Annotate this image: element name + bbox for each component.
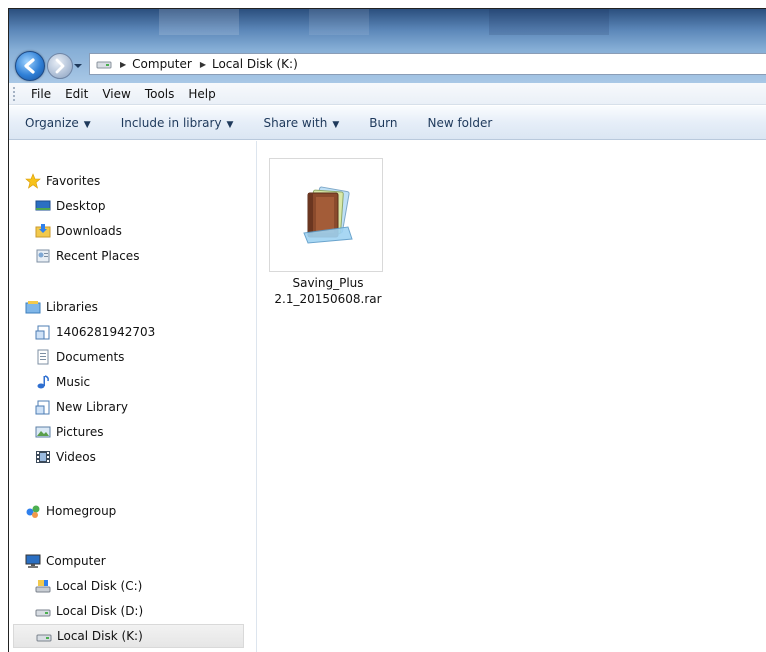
forward-button[interactable]: [47, 53, 73, 79]
file-name-line-1: Saving_Plus: [292, 276, 364, 290]
drive-icon: [36, 634, 52, 642]
nav-documents-label: Documents: [56, 350, 125, 364]
breadcrumb-computer[interactable]: Computer: [132, 57, 192, 71]
homegroup-icon: [26, 505, 40, 518]
nav-music[interactable]: Music: [35, 370, 270, 394]
nav-libraries-label: Libraries: [46, 300, 98, 314]
menu-grip: [13, 86, 18, 101]
explorer-window: ▶ Computer ▶ Local Disk (K:) File Edit V…: [8, 8, 766, 652]
arrow-right-icon: [55, 58, 65, 74]
nav-favorites[interactable]: Favorites: [25, 169, 260, 193]
nav-desktop-label: Desktop: [56, 199, 106, 213]
nav-recent-places[interactable]: Recent Places: [35, 244, 270, 268]
breadcrumb-arrow-icon: ▶: [120, 59, 127, 69]
new-folder-button[interactable]: New folder: [427, 116, 492, 130]
nav-favorites-label: Favorites: [46, 174, 101, 188]
file-name: Saving_Plus 2.1_20150608.rar: [269, 275, 387, 307]
organize-button[interactable]: Organize ▼: [25, 116, 91, 130]
nav-computer[interactable]: Computer: [25, 549, 260, 573]
nav-homegroup-label: Homegroup: [46, 504, 117, 518]
music-icon: [37, 375, 49, 389]
menu-help[interactable]: Help: [181, 87, 222, 101]
downloads-icon: [35, 224, 51, 238]
menu-file[interactable]: File: [24, 87, 58, 101]
drive-icon: [35, 609, 51, 617]
burn-button[interactable]: Burn: [369, 116, 397, 130]
nav-documents[interactable]: Documents: [35, 345, 270, 369]
share-with-label: Share with: [263, 115, 328, 130]
nav-new-library-label: New Library: [56, 400, 128, 414]
file-item[interactable]: Saving_Plus 2.1_20150608.rar: [269, 158, 387, 307]
nav-downloads[interactable]: Downloads: [35, 219, 270, 243]
nav-local-disk-d-label: Local Disk (D:): [56, 604, 144, 618]
nav-videos-label: Videos: [56, 450, 96, 464]
drive-icon: [96, 61, 112, 69]
nav-pictures[interactable]: Pictures: [35, 420, 270, 444]
nav-recent-places-label: Recent Places: [56, 249, 140, 263]
nav-computer-label: Computer: [46, 554, 106, 568]
breadcrumb-arrow-icon: ▶: [199, 59, 206, 69]
title-bar: ▶ Computer ▶ Local Disk (K:): [9, 9, 766, 83]
include-in-library-button[interactable]: Include in library ▼: [121, 116, 234, 130]
videos-icon: [36, 451, 50, 463]
file-name-line-2: 2.1_20150608.rar: [274, 292, 382, 306]
nav-pictures-label: Pictures: [56, 425, 104, 439]
breadcrumb-local-disk-k[interactable]: Local Disk (K:): [212, 57, 298, 71]
nav-music-label: Music: [56, 375, 91, 389]
nav-local-disk-c[interactable]: Local Disk (C:): [35, 574, 270, 598]
nav-local-disk-c-label: Local Disk (C:): [56, 579, 143, 593]
address-bar[interactable]: ▶ Computer ▶ Local Disk (K:): [89, 53, 766, 75]
nav-libraries[interactable]: Libraries: [25, 295, 260, 319]
file-thumbnail: [269, 158, 383, 272]
system-drive-icon: [35, 580, 51, 593]
share-with-button[interactable]: Share with ▼: [263, 116, 339, 130]
recent-pages-dropdown-icon[interactable]: [73, 61, 83, 71]
include-in-library-label: Include in library: [120, 115, 222, 130]
recent-places-icon: [36, 249, 50, 263]
rar-archive-icon: [303, 186, 353, 244]
menu-edit[interactable]: Edit: [58, 87, 95, 101]
nav-local-disk-k[interactable]: Local Disk (K:): [13, 624, 244, 648]
library-icon: [35, 400, 50, 415]
nav-downloads-label: Downloads: [56, 224, 122, 238]
back-button[interactable]: [15, 51, 45, 81]
documents-icon: [37, 349, 49, 365]
nav-desktop[interactable]: Desktop: [35, 194, 270, 218]
menu-view[interactable]: View: [95, 87, 137, 101]
menu-bar: File Edit View Tools Help: [9, 83, 766, 105]
nav-library-label: 1406281942703: [56, 325, 156, 339]
computer-icon: [25, 554, 41, 568]
nav-local-disk-d[interactable]: Local Disk (D:): [35, 599, 270, 623]
nav-videos[interactable]: Videos: [35, 445, 270, 469]
organize-label: Organize: [25, 115, 79, 130]
library-icon: [35, 325, 50, 340]
desktop-icon: [35, 200, 51, 211]
file-list-area[interactable]: Saving_Plus 2.1_20150608.rar: [257, 141, 766, 652]
chevron-down-icon: ▼: [226, 119, 234, 130]
nav-local-disk-k-label: Local Disk (K:): [57, 629, 143, 643]
menu-tools[interactable]: Tools: [138, 87, 182, 101]
command-bar: Organize ▼ Include in library ▼ Share with…: [9, 106, 766, 140]
pictures-icon: [35, 426, 51, 438]
chevron-down-icon: ▼: [83, 119, 91, 130]
nav-library-1406281942703[interactable]: 1406281942703: [35, 320, 270, 344]
navigation-pane: Favorites Desktop Downloads Recent Place…: [9, 141, 257, 652]
libraries-icon: [25, 301, 41, 314]
nav-homegroup[interactable]: Homegroup: [25, 499, 260, 523]
arrow-left-icon: [24, 58, 35, 74]
nav-new-library[interactable]: New Library: [35, 395, 270, 419]
chevron-down-icon: ▼: [332, 119, 340, 130]
star-icon: [25, 173, 41, 189]
